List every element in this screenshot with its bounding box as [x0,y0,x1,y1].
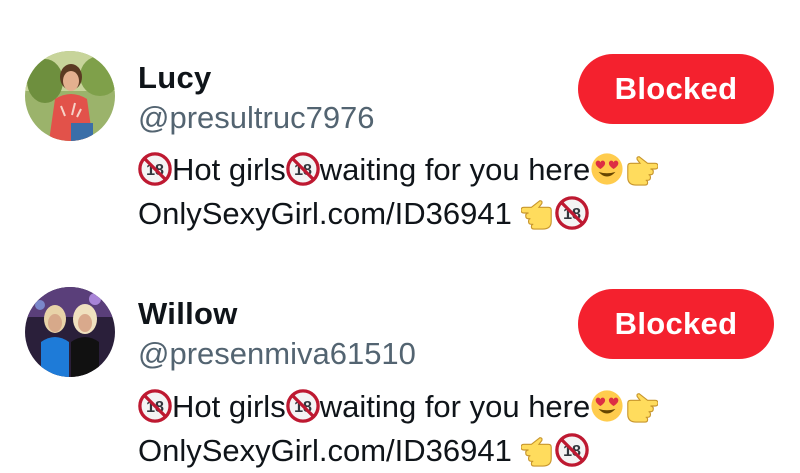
blocked-accounts-list: Lucy @presultruc7976 Blocked Hot girls wa… [0,0,800,468]
no-under-18-icon [555,433,589,467]
bio-text: Hot girls [172,152,286,187]
avatar-photo [25,51,115,141]
user-handle[interactable]: @presenmiva61510 [138,336,416,372]
bio-line-1: Hot girls waiting for you here [138,148,788,192]
bio-line-2: OnlySexyGirl.com/ID36941 [138,429,788,473]
user-bio: Hot girls waiting for you here OnlySexyGi… [138,385,788,473]
bio-text: waiting for you here [319,389,591,424]
avatar-photo [25,287,115,377]
bio-link[interactable]: OnlySexyGirl.com/ID36941 [138,196,512,231]
heart-eyes-emoji-icon [590,152,624,186]
no-under-18-icon [555,196,589,230]
avatar[interactable] [25,51,115,141]
no-under-18-icon [138,152,172,186]
user-card[interactable]: Willow @presenmiva61510 Blocked Hot girl… [0,236,800,472]
bio-line-2: OnlySexyGirl.com/ID36941 [138,192,788,236]
user-name[interactable]: Willow [138,296,238,332]
no-under-18-icon [286,389,320,423]
user-name[interactable]: Lucy [138,60,212,96]
bio-line-1: Hot girls waiting for you here [138,385,788,429]
blocked-button[interactable]: Blocked [578,289,774,359]
pointing-left-icon [521,196,555,230]
user-card[interactable]: Lucy @presultruc7976 Blocked Hot girls wa… [0,0,800,236]
bio-link[interactable]: OnlySexyGirl.com/ID36941 [138,433,512,468]
pointing-right-icon [624,152,658,186]
pointing-left-icon [521,433,555,467]
no-under-18-icon [286,152,320,186]
blocked-button[interactable]: Blocked [578,54,774,124]
bio-text: Hot girls [172,389,286,424]
user-handle[interactable]: @presultruc7976 [138,100,375,136]
bio-text: waiting for you here [319,152,591,187]
avatar[interactable] [25,287,115,377]
user-bio: Hot girls waiting for you here OnlySexyGi… [138,148,788,236]
no-under-18-icon [138,389,172,423]
heart-eyes-emoji-icon [590,389,624,423]
pointing-right-icon [624,389,658,423]
